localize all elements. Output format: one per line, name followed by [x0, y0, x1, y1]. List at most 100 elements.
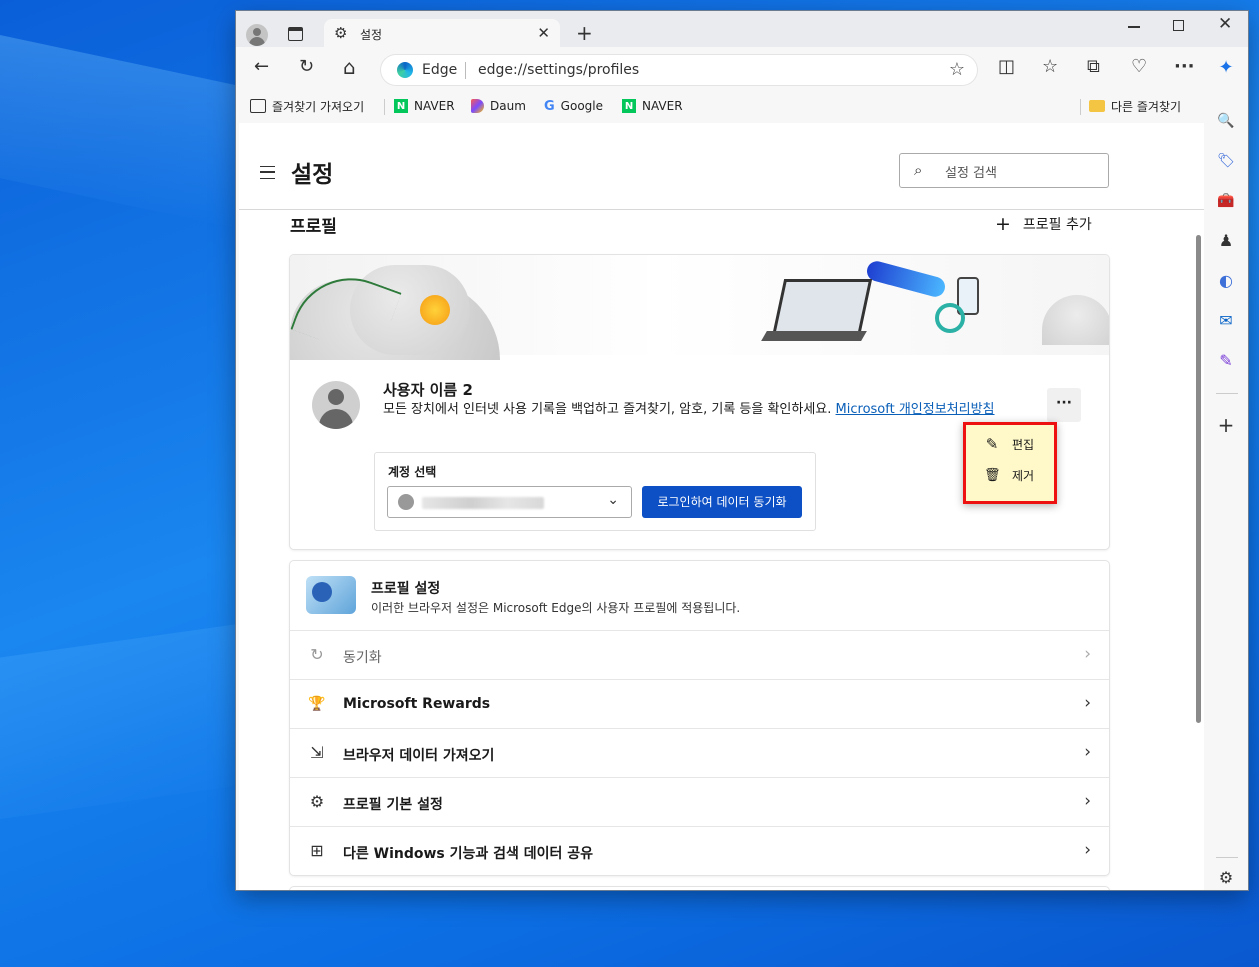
settings-row-import[interactable]: ⇲ 브라우저 데이터 가져오기 › — [290, 729, 1109, 778]
split-screen-icon[interactable]: ◫ — [998, 57, 1015, 77]
favorites-bar: 즐겨찾기 가져오기 N NAVER Daum G Google N NAVER … — [236, 93, 1248, 121]
bookmark-naver[interactable]: N NAVER — [394, 97, 455, 115]
profile-settings-title: 프로필 설정 — [371, 581, 441, 597]
designer-icon[interactable]: ✎ — [1217, 352, 1235, 370]
url-text[interactable]: edge://settings/profiles — [478, 62, 639, 78]
bookmark-daum[interactable]: Daum — [471, 97, 526, 115]
tab-actions-icon[interactable] — [288, 27, 303, 41]
collections-icon[interactable]: ⧉ — [1087, 57, 1100, 77]
search-icon[interactable]: 🔍 — [1217, 112, 1235, 130]
address-bar[interactable]: Edge edge://settings/profiles ☆ — [381, 55, 977, 85]
import-icon — [250, 99, 266, 113]
profile-settings-icon — [306, 576, 356, 614]
desktop-light-streak — [0, 30, 272, 230]
profile-settings-card: 프로필 설정 이러한 브라우저 설정은 Microsoft Edge의 사용자 … — [290, 561, 1109, 875]
shopping-icon[interactable]: 🏷 — [1217, 152, 1235, 170]
next-card-partial — [290, 887, 1109, 890]
browser-essentials-icon[interactable]: ♡ — [1131, 57, 1147, 77]
account-select-box: 계정 선택 ⌄ 로그인하여 데이터 동기화 — [374, 452, 816, 531]
bookmark-separator — [384, 99, 385, 115]
bookmark-label: Google — [560, 99, 603, 113]
tab-bar: ⚙ 설정 ✕ + ✕ — [236, 11, 1248, 47]
settings-row-sync[interactable]: ↻ 동기화 › — [290, 631, 1109, 680]
folder-icon — [1089, 100, 1105, 112]
more-menu-icon[interactable]: ··· — [1174, 57, 1195, 77]
settings-row-rewards[interactable]: 🏆 Microsoft Rewards › — [290, 680, 1109, 729]
profile-more-button[interactable]: ··· — [1047, 388, 1081, 422]
favorite-star-icon[interactable]: ☆ — [949, 59, 965, 80]
navigation-toolbar: ← ↻ ⌂ Edge edge://settings/profiles ☆ ◫ … — [236, 47, 1248, 93]
other-favorites-folder[interactable]: 다른 즐겨찾기 — [1089, 97, 1181, 115]
refresh-button[interactable]: ↻ — [299, 57, 314, 77]
profile-card: 사용자 이름 2 모든 장치에서 인터넷 사용 기록을 백업하고 즐겨찾기, 암… — [290, 255, 1109, 549]
games-icon[interactable]: ♟ — [1217, 232, 1235, 250]
account-dropdown[interactable]: ⌄ — [387, 486, 632, 518]
sign-in-sync-button[interactable]: 로그인하여 데이터 동기화 — [642, 486, 802, 518]
sidebar-divider — [1216, 393, 1238, 394]
redacted-account — [422, 497, 544, 509]
home-button[interactable]: ⌂ — [343, 57, 356, 77]
close-window-button[interactable]: ✕ — [1218, 14, 1232, 34]
search-icon: ⌕ — [914, 161, 923, 179]
scrollbar-thumb[interactable] — [1196, 235, 1201, 723]
back-button[interactable]: ← — [254, 57, 269, 77]
settings-row-windows-share[interactable]: ⊞ 다른 Windows 기능과 검색 데이터 공유 › — [290, 827, 1109, 875]
copilot-icon[interactable]: ✦ — [1217, 59, 1235, 77]
chevron-right-icon: › — [1084, 742, 1091, 762]
tab-close-icon[interactable]: ✕ — [537, 24, 550, 42]
microsoft-365-icon[interactable]: ◐ — [1217, 272, 1235, 290]
edge-sidebar: ✦ 🔍 🏷 🧰 ♟ ◐ ✉ ✎ + ⚙ — [1204, 47, 1248, 890]
profile-settings-header: 프로필 설정 이러한 브라우저 설정은 Microsoft Edge의 사용자 … — [290, 561, 1109, 631]
sidebar-divider — [1216, 857, 1238, 858]
profile-avatar-icon[interactable] — [246, 24, 268, 46]
row-label: 브라우저 데이터 가져오기 — [343, 748, 495, 764]
search-placeholder: 설정 검색 — [945, 166, 997, 181]
bookmark-import[interactable]: 즐겨찾기 가져오기 — [250, 97, 364, 115]
favorites-icon[interactable]: ☆ — [1042, 57, 1058, 77]
add-profile-button[interactable]: + 프로필 추가 — [995, 214, 1092, 234]
bookmark-naver-2[interactable]: N NAVER — [622, 97, 683, 115]
swoosh-illustration — [864, 258, 948, 300]
settings-row-preferences[interactable]: ⚙ 프로필 기본 설정 › — [290, 778, 1109, 827]
pencil-icon: ✎ — [985, 435, 999, 453]
cloud-illustration — [1042, 295, 1109, 345]
edge-logo-icon — [397, 62, 413, 78]
tools-icon[interactable]: 🧰 — [1217, 192, 1235, 210]
menu-item-edit[interactable]: ✎ 편집 — [984, 435, 1034, 453]
chevron-right-icon: › — [1084, 840, 1091, 860]
account-avatar-icon — [398, 494, 414, 510]
sync-icon: ↻ — [310, 645, 324, 664]
chevron-right-icon: › — [1084, 644, 1091, 664]
row-label: Microsoft Rewards — [343, 696, 491, 712]
import-icon: ⇲ — [310, 743, 324, 762]
menu-item-label: 편집 — [1012, 437, 1035, 452]
privacy-link[interactable]: Microsoft 개인정보처리방침 — [836, 402, 995, 417]
avatar — [312, 381, 360, 429]
laptop-base-illustration — [761, 331, 867, 341]
profile-context-menu: ✎ 편집 🗑 제거 — [963, 422, 1057, 504]
menu-item-remove[interactable]: 🗑 제거 — [984, 467, 1034, 484]
new-tab-button[interactable]: + — [576, 23, 593, 43]
settings-page: 설정 ⌕ 설정 검색 프로필 + 프로필 추가 사용자 이름 2 모든 장치에서… — [239, 123, 1204, 890]
bookmark-google[interactable]: G Google — [544, 97, 603, 115]
profile-banner-illustration — [290, 255, 1109, 361]
naver-icon: N — [394, 99, 408, 113]
trash-icon: 🗑 — [984, 468, 1001, 483]
edge-label: Edge — [422, 62, 458, 78]
bookmark-label: 즐겨찾기 가져오기 — [272, 99, 365, 114]
address-divider — [465, 62, 466, 79]
bookmark-separator — [1080, 99, 1081, 115]
sidebar-settings-icon[interactable]: ⚙ — [1217, 869, 1235, 887]
outlook-icon[interactable]: ✉ — [1217, 312, 1235, 330]
settings-search-input[interactable]: ⌕ 설정 검색 — [899, 153, 1109, 188]
bookmark-label: NAVER — [414, 99, 455, 113]
add-sidebar-app-icon[interactable]: + — [1217, 415, 1235, 435]
gear-icon: ⚙ — [334, 24, 348, 42]
profile-description-text: 모든 장치에서 인터넷 사용 기록을 백업하고 즐겨찾기, 암호, 기록 등을 … — [383, 402, 832, 417]
chevron-right-icon: › — [1084, 693, 1091, 713]
maximize-button[interactable] — [1173, 20, 1184, 31]
tab-settings[interactable]: ⚙ 설정 ✕ — [324, 19, 560, 47]
tab-title: 설정 — [360, 28, 383, 42]
minimize-button[interactable] — [1128, 26, 1140, 28]
hamburger-menu-icon[interactable] — [260, 166, 275, 179]
